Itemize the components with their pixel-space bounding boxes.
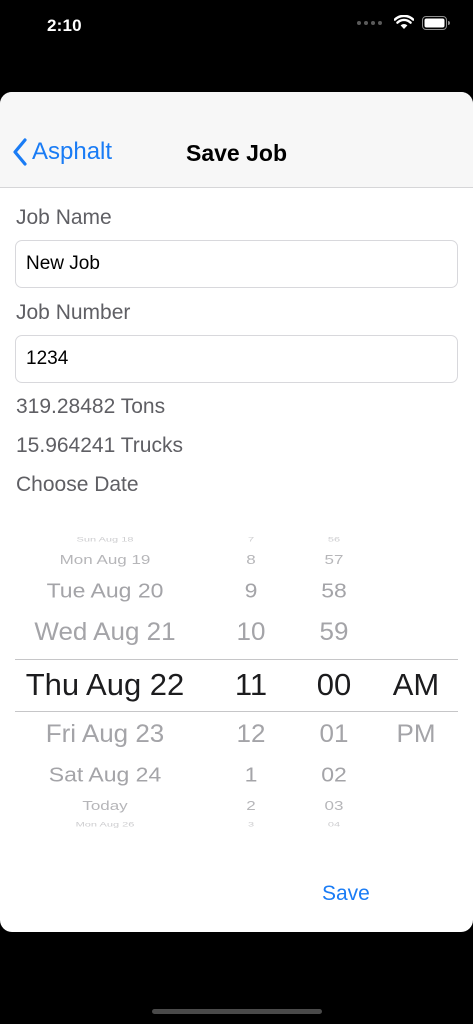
home-indicator [152, 1009, 322, 1014]
picker-day-cell: Sat Aug 24 [48, 762, 162, 787]
picker-minute-cell: 02 [321, 762, 347, 787]
choose-date-label: Choose Date [16, 473, 139, 496]
picker-day-cell: Thu Aug 22 [25, 667, 185, 702]
picker-selection-bottom-line [15, 711, 458, 712]
picker-hour-cell: 9 [244, 578, 258, 603]
picker-day-cell: Fri Aug 23 [45, 718, 165, 749]
picker-hour-cell: 11 [234, 667, 268, 702]
trucks-readout: 15.964241 Trucks [16, 434, 183, 457]
status-bar: 2:10 [0, 0, 473, 52]
date-time-picker[interactable]: Sun Aug 18 7 56 Mon Aug 19 8 57 Tue Aug 20 9 58 W… [0, 536, 473, 830]
wifi-icon [394, 15, 414, 29]
status-icons [357, 15, 451, 30]
job-name-input[interactable] [15, 240, 458, 288]
picker-hour-cell: 2 [246, 798, 256, 814]
picker-day-cell: Mon Aug 19 [59, 552, 151, 568]
picker-minute-cell: 01 [319, 718, 349, 749]
picker-day-cell: Mon Aug 26 [75, 821, 135, 829]
save-job-sheet: Asphalt Save Job Job Name Job Number 319… [0, 92, 473, 932]
job-name-label: Job Name [16, 206, 112, 229]
picker-selection-top-line [15, 659, 458, 660]
picker-minute-cell: 57 [324, 552, 344, 568]
picker-day-cell: Sun Aug 18 [76, 536, 134, 544]
navigation-bar: Asphalt Save Job [0, 92, 473, 188]
picker-hour-cell: 1 [244, 762, 258, 787]
picker-minute-cell: 03 [324, 798, 344, 814]
picker-hour-cell: 12 [236, 718, 266, 749]
cellular-signal-icon [357, 20, 382, 25]
picker-minute-cell: 56 [327, 536, 341, 544]
picker-hour-cell: 8 [246, 552, 256, 568]
picker-minute-cell: 58 [321, 578, 347, 603]
job-number-input[interactable] [15, 335, 458, 383]
picker-minute-cell: 00 [316, 667, 352, 702]
tons-readout: 319.28482 Tons [16, 395, 166, 418]
battery-icon [422, 15, 450, 30]
job-number-label: Job Number [16, 301, 131, 324]
picker-hour-cell: 3 [247, 821, 255, 829]
picker-minute-cell: 04 [327, 821, 341, 829]
picker-ampm-cell: AM [392, 667, 440, 702]
picker-day-cell: Wed Aug 21 [34, 616, 176, 647]
picker-hour-cell: 7 [247, 536, 255, 544]
picker-ampm-cell: PM [396, 718, 436, 749]
page-title: Save Job [186, 140, 287, 166]
picker-minute-cell: 59 [319, 616, 349, 647]
picker-hour-cell: 10 [236, 616, 266, 647]
save-button[interactable]: Save [322, 882, 370, 906]
picker-day-cell: Tue Aug 20 [46, 578, 164, 603]
status-time: 2:10 [47, 16, 82, 35]
picker-day-cell: Today [82, 798, 128, 814]
